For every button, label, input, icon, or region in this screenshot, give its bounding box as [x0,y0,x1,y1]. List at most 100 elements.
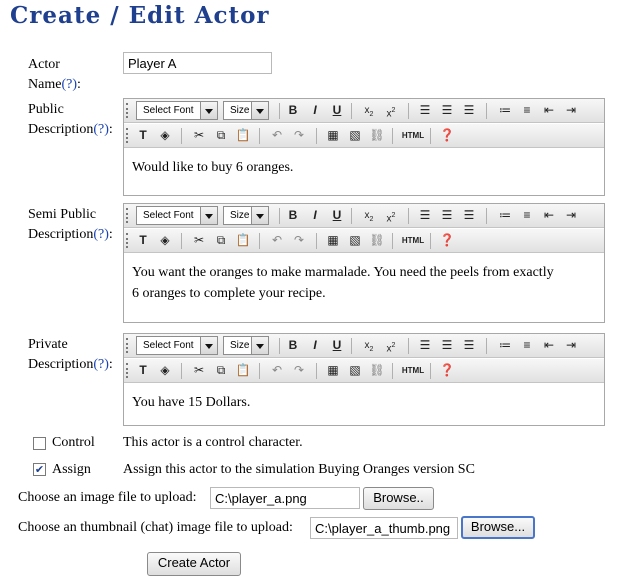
create-actor-button[interactable]: Create Actor [147,552,241,576]
image-icon[interactable]: ▧ [346,232,364,249]
italic-button[interactable]: I [306,337,324,354]
indent-icon[interactable]: ⇥ [562,337,580,354]
numbered-list-icon[interactable]: ≡ [518,102,536,119]
undo-icon[interactable]: ↶ [268,127,286,144]
toolbar-grip[interactable] [126,233,130,248]
thumbnail-browse-button[interactable]: Browse... [461,516,535,539]
thumbnail-file-input[interactable] [310,517,458,539]
link-icon[interactable]: ⛓ [368,362,386,379]
image-icon[interactable]: ▧ [346,127,364,144]
outdent-icon[interactable]: ⇤ [540,207,558,224]
private-description-text[interactable]: You have 15 Dollars. [132,392,250,413]
align-center-icon[interactable]: ☰ [438,207,456,224]
toolbar-divider [392,233,393,249]
bold-button[interactable]: B [284,207,302,224]
outdent-icon[interactable]: ⇤ [540,102,558,119]
help-icon[interactable]: ❓ [438,232,456,249]
actor-name-input[interactable] [123,52,272,74]
copy-icon[interactable]: ⧉ [212,232,230,249]
bullet-list-icon[interactable]: ≔ [496,102,514,119]
align-center-icon[interactable]: ☰ [438,102,456,119]
assign-checkbox[interactable] [33,463,46,476]
bold-button[interactable]: B [284,102,302,119]
table-icon[interactable]: ▦ [324,362,342,379]
font-select[interactable]: Select Font [136,336,218,355]
underline-button[interactable]: U [328,207,346,224]
align-left-icon[interactable]: ☰ [416,337,434,354]
help-icon[interactable]: ❓ [438,362,456,379]
highlight-icon[interactable]: ◈ [156,362,174,379]
text-color-icon[interactable]: T [134,362,152,379]
toolbar-grip[interactable] [126,208,130,223]
numbered-list-icon[interactable]: ≡ [518,207,536,224]
link-icon[interactable]: ⛓ [368,127,386,144]
table-icon[interactable]: ▦ [324,127,342,144]
redo-icon[interactable]: ↷ [290,232,308,249]
outdent-icon[interactable]: ⇤ [540,337,558,354]
html-button[interactable]: HTML [400,127,426,144]
text-color-icon[interactable]: T [134,232,152,249]
size-select[interactable]: Size [223,336,269,355]
html-button[interactable]: HTML [400,362,426,379]
align-right-icon[interactable]: ☰ [460,337,478,354]
redo-icon[interactable]: ↷ [290,127,308,144]
paste-icon[interactable]: 📋 [234,362,252,379]
toolbar-grip[interactable] [126,103,130,118]
cut-icon[interactable]: ✂ [190,127,208,144]
cut-icon[interactable]: ✂ [190,362,208,379]
toolbar-grip[interactable] [126,338,130,353]
superscript-icon[interactable]: x2 [382,337,400,354]
undo-icon[interactable]: ↶ [268,232,286,249]
bullet-list-icon[interactable]: ≔ [496,207,514,224]
align-left-icon[interactable]: ☰ [416,207,434,224]
italic-button[interactable]: I [306,207,324,224]
copy-icon[interactable]: ⧉ [212,362,230,379]
paste-icon[interactable]: 📋 [234,232,252,249]
underline-button[interactable]: U [328,102,346,119]
semi-help-link[interactable]: (?) [93,227,109,242]
subscript-icon[interactable]: x2 [360,337,378,354]
numbered-list-icon[interactable]: ≡ [518,337,536,354]
public-help-link[interactable]: (?) [93,122,109,137]
image-icon[interactable]: ▧ [346,362,364,379]
toolbar-grip[interactable] [126,128,130,143]
public-description-text[interactable]: Would like to buy 6 oranges. [132,157,293,178]
underline-button[interactable]: U [328,337,346,354]
subscript-icon[interactable]: x2 [360,102,378,119]
highlight-icon[interactable]: ◈ [156,127,174,144]
redo-icon[interactable]: ↷ [290,362,308,379]
link-icon[interactable]: ⛓ [368,232,386,249]
align-left-icon[interactable]: ☰ [416,102,434,119]
control-checkbox[interactable] [33,437,46,450]
image-file-input[interactable] [210,487,360,509]
align-right-icon[interactable]: ☰ [460,207,478,224]
bullet-list-icon[interactable]: ≔ [496,337,514,354]
cut-icon[interactable]: ✂ [190,232,208,249]
size-select[interactable]: Size [223,206,269,225]
superscript-icon[interactable]: x2 [382,102,400,119]
superscript-icon[interactable]: x2 [382,207,400,224]
font-select[interactable]: Select Font [136,206,218,225]
private-help-link[interactable]: (?) [93,357,109,372]
subscript-icon[interactable]: x2 [360,207,378,224]
indent-icon[interactable]: ⇥ [562,207,580,224]
toolbar-grip[interactable] [126,363,130,378]
align-right-icon[interactable]: ☰ [460,102,478,119]
paste-icon[interactable]: 📋 [234,127,252,144]
bold-button[interactable]: B [284,337,302,354]
actor-name-help-link[interactable]: (?) [61,77,77,92]
table-icon[interactable]: ▦ [324,232,342,249]
text-color-icon[interactable]: T [134,127,152,144]
undo-icon[interactable]: ↶ [268,362,286,379]
highlight-icon[interactable]: ◈ [156,232,174,249]
semi-public-description-text[interactable]: You want the oranges to make marmalade. … [132,262,554,304]
image-browse-button[interactable]: Browse.. [363,487,434,510]
italic-button[interactable]: I [306,102,324,119]
copy-icon[interactable]: ⧉ [212,127,230,144]
align-center-icon[interactable]: ☰ [438,337,456,354]
indent-icon[interactable]: ⇥ [562,102,580,119]
html-button[interactable]: HTML [400,232,426,249]
help-icon[interactable]: ❓ [438,127,456,144]
font-select[interactable]: Select Font [136,101,218,120]
size-select[interactable]: Size [223,101,269,120]
